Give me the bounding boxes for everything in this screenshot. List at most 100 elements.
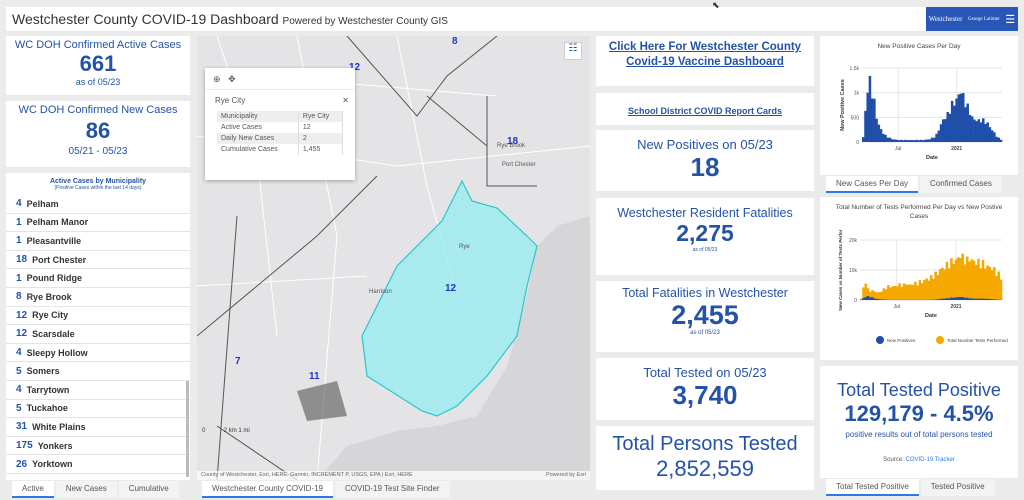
zoom-to-icon[interactable]: ⊕ <box>213 74 221 84</box>
place-label: Rye Brook <box>497 143 526 149</box>
municipality-list[interactable]: Active Cases by Municipality (Positive C… <box>6 173 190 480</box>
bar <box>922 140 925 142</box>
chart-title: Total Number of Tests Performed Per Day … <box>836 204 1003 211</box>
list-item[interactable]: 12 Scarsdale <box>6 325 190 344</box>
scale-bar: 0 2 km 1 mi <box>202 428 250 434</box>
bar <box>909 284 913 300</box>
list-item[interactable]: 175 Yonkers <box>6 437 190 456</box>
list-item[interactable]: 31 White Plains <box>6 418 190 437</box>
case-count: 5 <box>16 365 22 377</box>
list-item[interactable]: 18 Port Chester <box>6 251 190 270</box>
bar <box>947 298 951 300</box>
list-item[interactable]: 5 Tuckahoe <box>6 400 190 419</box>
list-item[interactable]: 4 Pelham <box>6 195 190 214</box>
tab-tested-positive[interactable]: Tested Positive <box>920 479 995 496</box>
bar <box>891 286 895 300</box>
bar <box>961 253 964 300</box>
list-item[interactable]: 4 Sleepy Hollow <box>6 344 190 363</box>
bar <box>968 298 971 300</box>
bar <box>914 281 917 300</box>
bar <box>979 122 983 142</box>
bar <box>975 121 978 142</box>
menu-icon[interactable]: ☰ <box>1005 13 1015 26</box>
bar <box>893 285 897 300</box>
bar <box>870 98 874 142</box>
bar <box>972 298 976 300</box>
bar <box>875 292 879 300</box>
close-icon[interactable]: ✕ <box>342 96 349 105</box>
list-item[interactable]: 26 Yorktown <box>6 455 190 474</box>
bar <box>935 133 938 142</box>
bar <box>886 137 889 142</box>
tab-new-cases[interactable]: New Cases <box>55 481 117 498</box>
active-cases-card: WC DOH Confirmed Active Cases 661 as of … <box>6 36 190 95</box>
map-label[interactable]: 11 <box>309 371 320 382</box>
tab-new-cases-per-day[interactable]: New Cases Per Day <box>826 176 919 193</box>
bar <box>988 299 992 300</box>
tab-active[interactable]: Active <box>12 481 54 498</box>
source-link[interactable]: COVID-19 Tracker <box>906 457 955 463</box>
scrollbar[interactable] <box>186 381 189 477</box>
bar <box>963 264 967 300</box>
y-tick-label: 1.5k <box>850 66 860 72</box>
chart-title: Cases <box>910 213 929 220</box>
list-item[interactable]: 8 Rye Brook <box>6 288 190 307</box>
municipality-name: Rye Brook <box>26 291 72 302</box>
case-count: 26 <box>16 458 28 470</box>
popup-row: Cumulative Cases 1,455 <box>217 144 344 155</box>
legend-swatch-new-positives <box>876 336 884 344</box>
case-count: 175 <box>16 440 33 452</box>
municipality-name: Tarrytown <box>26 384 70 395</box>
map-label[interactable]: 12 <box>445 283 456 294</box>
bar <box>950 258 953 300</box>
vaccine-dashboard-link[interactable]: Click Here For Westchester County Covid-… <box>596 40 814 70</box>
persons-tested-card: Total Persons Tested 2,852,559 <box>596 426 814 490</box>
bar <box>868 75 872 142</box>
map-label[interactable]: 7 <box>235 356 241 367</box>
bar <box>999 139 1003 142</box>
tab-covid-19-test-site-finder[interactable]: COVID-19 Test Site Finder <box>335 481 450 498</box>
municipality-name: Port Chester <box>32 254 87 265</box>
bar <box>983 268 987 300</box>
bar <box>875 118 878 142</box>
county-logo[interactable]: Westchester George Latimer ☰ <box>926 7 1018 31</box>
list-item[interactable]: 1 Pleasantville <box>6 232 190 251</box>
list-item[interactable]: 12 Rye City <box>6 307 190 326</box>
bar <box>873 298 877 300</box>
list-item[interactable]: 5 Somers <box>6 362 190 381</box>
tab-total-tested-positive[interactable]: Total Tested Positive <box>826 479 919 496</box>
case-count: 4 <box>16 384 22 396</box>
list-item[interactable]: 1 Pound Ridge <box>6 269 190 288</box>
bar <box>934 271 937 300</box>
municipality-name: White Plains <box>32 421 86 432</box>
bar <box>950 100 954 142</box>
popup-title: Rye City <box>215 96 246 105</box>
resident-fatalities-card: Westchester Resident Fatalities 2,275 as… <box>596 198 814 275</box>
bar <box>970 298 973 300</box>
municipality-name: Rye City <box>32 310 69 321</box>
bar <box>977 258 980 300</box>
legend-button[interactable]: ☷ <box>564 42 582 60</box>
map[interactable]: 8 12 18 12 7 11 Rye Brook Port Chester R… <box>197 36 590 480</box>
bar <box>869 297 872 300</box>
list-item[interactable]: 1 Pelham Manor <box>6 214 190 233</box>
y-tick-label: 0 <box>856 140 859 146</box>
case-count: 8 <box>16 291 22 303</box>
tab-westchester-county-covid-19[interactable]: Westchester County COVID-19 <box>202 481 334 498</box>
tab-cumulative[interactable]: Cumulative <box>118 481 179 498</box>
powered-by-link[interactable]: Powered by Esri <box>546 472 586 479</box>
case-count: 4 <box>16 347 22 359</box>
school-report-link[interactable]: School District COVID Report Cards <box>628 106 782 116</box>
map-label[interactable]: 8 <box>452 36 458 47</box>
municipality-name: Somers <box>26 366 60 377</box>
map-popup: ⊕ ✥ Rye City ✕ Municipality Rye City Active… <box>205 68 355 180</box>
bar <box>888 137 892 142</box>
bar <box>899 139 903 142</box>
list-item[interactable]: 4 Tarrytown <box>6 381 190 400</box>
bar <box>905 284 908 300</box>
bar <box>904 139 907 142</box>
municipality-name: Pleasantville <box>26 235 82 246</box>
pan-icon[interactable]: ✥ <box>228 74 236 84</box>
tab-confirmed-cases[interactable]: Confirmed Cases <box>920 176 1002 193</box>
bar <box>871 297 874 300</box>
